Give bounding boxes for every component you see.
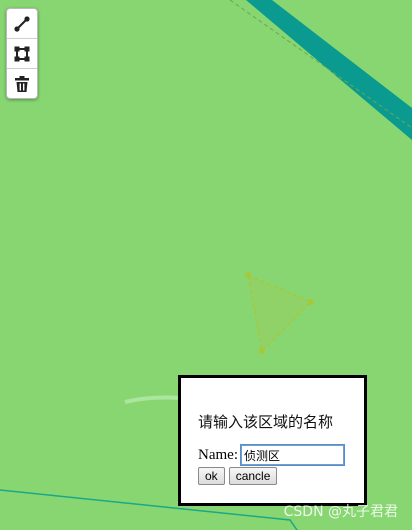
drawn-polygon[interactable] [246, 273, 313, 353]
draw-polygon-button[interactable] [7, 39, 37, 69]
name-row: Name: [198, 444, 345, 466]
trash-icon [15, 75, 29, 92]
polygon-vertex[interactable] [259, 348, 265, 354]
dialog-title: 请输入该区域的名称 [198, 413, 334, 431]
ok-button[interactable]: ok [198, 467, 225, 485]
draw-line-button[interactable] [7, 9, 37, 39]
button-row: ok cancle [198, 467, 278, 485]
name-dialog: 请输入该区域的名称 Name: ok cancle [178, 375, 367, 506]
draw-polygon-icon [14, 46, 30, 61]
cancel-button[interactable]: cancle [228, 467, 278, 485]
draw-line-icon [14, 15, 30, 32]
watermark: CSDN @丸子君君 [283, 504, 398, 520]
polygon-vertex[interactable] [308, 299, 314, 305]
dashed-path-line [229, 0, 412, 129]
name-label: Name: [198, 446, 238, 463]
polygon-vertex[interactable] [245, 272, 251, 278]
light-streak [124, 395, 181, 404]
delete-button[interactable] [7, 69, 37, 98]
name-input[interactable] [239, 444, 345, 466]
draw-toolbar [6, 8, 38, 99]
